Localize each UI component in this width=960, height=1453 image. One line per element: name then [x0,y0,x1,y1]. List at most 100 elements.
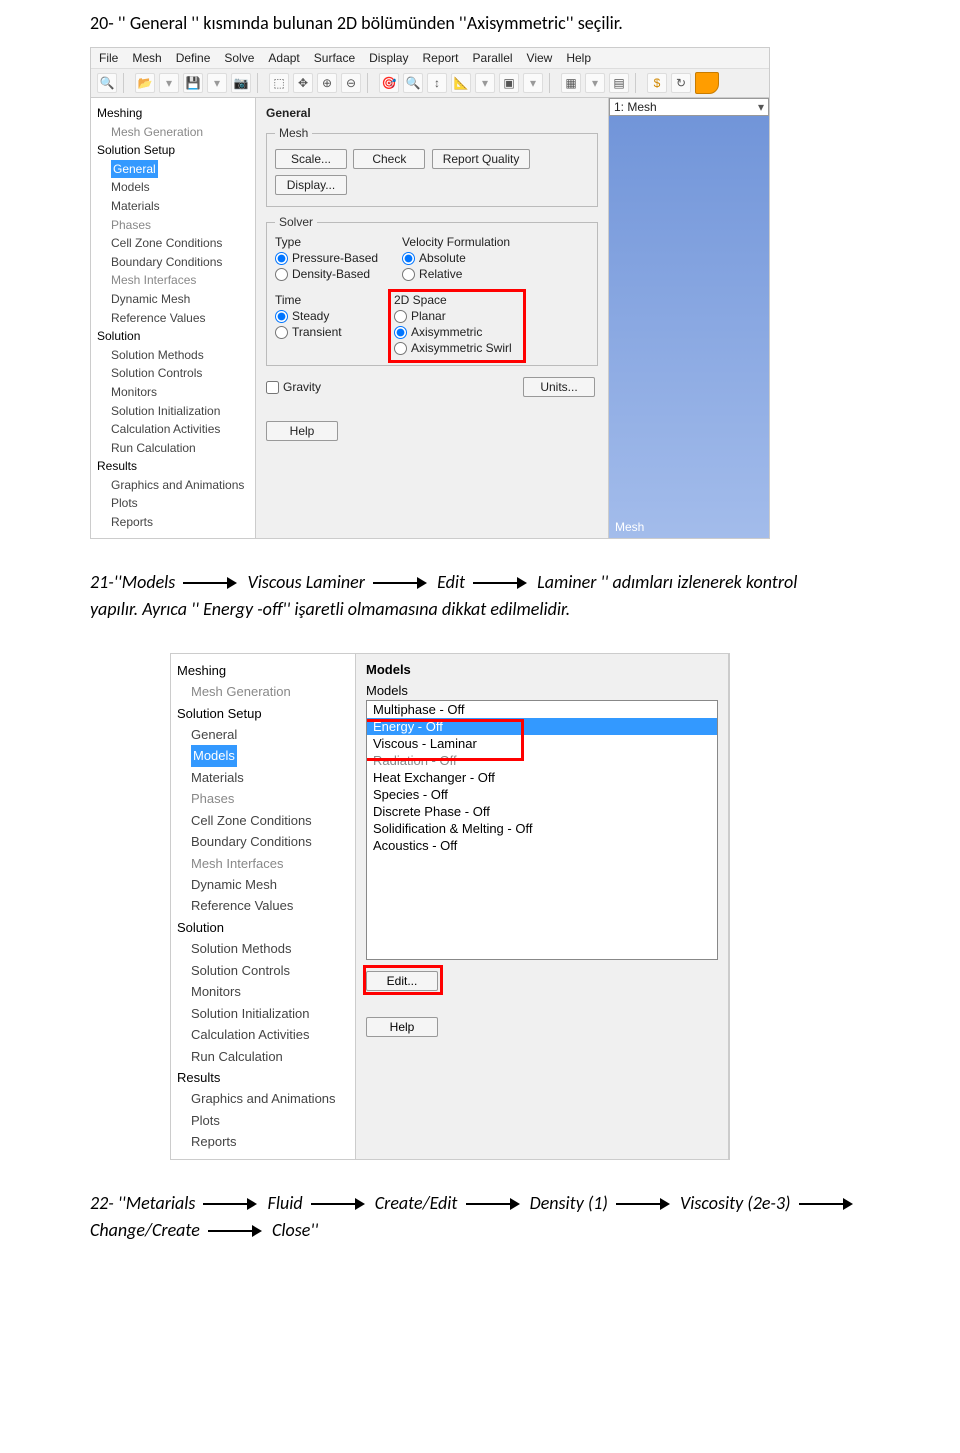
tree-plots[interactable]: Plots [97,494,249,513]
list-item[interactable]: Multiphase - Off [367,701,717,718]
probe-icon[interactable]: 🎯 [379,73,399,93]
dropdown-icon[interactable]: ▾ [523,73,543,93]
search-icon[interactable]: 🔍 [97,73,117,93]
tree-reference-values[interactable]: Reference Values [97,309,249,328]
relative-radio[interactable]: Relative [402,267,510,281]
open-icon[interactable]: 📂 [135,73,155,93]
absolute-radio[interactable]: Absolute [402,251,510,265]
gravity-checkbox[interactable]: Gravity [266,380,321,394]
tree-run-calc[interactable]: Run Calculation [97,439,249,458]
tree-solution-controls[interactable]: Solution Controls [177,960,349,981]
list-item[interactable]: Viscous - Laminar [367,735,717,752]
edit-button[interactable]: Edit... [366,971,438,991]
ruler-icon[interactable]: 📐 [451,73,471,93]
planar-radio[interactable]: Planar [394,309,512,323]
menu-file[interactable]: File [99,51,118,65]
menu-help[interactable]: Help [566,51,591,65]
camera-icon[interactable]: 📷 [231,73,251,93]
tree-models[interactable]: Models [97,178,249,197]
pressure-based-radio[interactable]: Pressure-Based [275,251,378,265]
tree-calc-activities[interactable]: Calculation Activities [177,1024,349,1045]
save-icon[interactable]: 💾 [183,73,203,93]
tree-phases[interactable]: Phases [177,788,349,809]
tree-reference-values[interactable]: Reference Values [177,895,349,916]
zoom-icon[interactable]: 🔍 [403,73,423,93]
tree-materials[interactable]: Materials [97,197,249,216]
tree-solution-controls[interactable]: Solution Controls [97,364,249,383]
move-icon[interactable]: ✥ [293,73,313,93]
zoom-out-icon[interactable]: ⊖ [341,73,361,93]
filter-icon[interactable]: ▤ [609,73,629,93]
tree-plots[interactable]: Plots [177,1110,349,1131]
dropdown-icon[interactable]: ▾ [159,73,179,93]
tree-solution-setup[interactable]: Solution Setup [97,141,249,160]
tree-graphics[interactable]: Graphics and Animations [177,1088,349,1109]
units-button[interactable]: Units... [523,377,595,397]
tree-models[interactable]: Models [191,745,237,766]
list-item[interactable]: Heat Exchanger - Off [367,769,717,786]
tree-solution-methods[interactable]: Solution Methods [97,346,249,365]
tree-general[interactable]: General [111,160,158,179]
list-item[interactable]: Discrete Phase - Off [367,803,717,820]
select-icon[interactable]: ⬚ [269,73,289,93]
help-button[interactable]: Help [266,421,338,441]
tree-monitors[interactable]: Monitors [177,981,349,1002]
tree-dynamic-mesh[interactable]: Dynamic Mesh [97,290,249,309]
tree-materials[interactable]: Materials [177,767,349,788]
dropdown-icon[interactable]: ▾ [207,73,227,93]
tree-solution-init[interactable]: Solution Initialization [97,402,249,421]
tree-graphics[interactable]: Graphics and Animations [97,476,249,495]
dropdown-icon[interactable]: ▾ [475,73,495,93]
check-button[interactable]: Check [353,149,425,169]
tree-mesh-interfaces[interactable]: Mesh Interfaces [177,853,349,874]
tree-solution-methods[interactable]: Solution Methods [177,938,349,959]
menu-parallel[interactable]: Parallel [473,51,513,65]
tree-phases[interactable]: Phases [97,216,249,235]
tree-run-calc[interactable]: Run Calculation [177,1046,349,1067]
tree-general[interactable]: General [177,724,349,745]
tree-boundary[interactable]: Boundary Conditions [97,253,249,272]
tree-meshing[interactable]: Meshing [97,104,249,123]
tree-reports[interactable]: Reports [177,1131,349,1152]
gear-icon[interactable]: $ [647,73,667,93]
list-item[interactable]: Energy - Off [367,718,717,735]
tree-solution-setup[interactable]: Solution Setup [177,703,349,724]
menu-display[interactable]: Display [369,51,408,65]
axisymmetric-swirl-radio[interactable]: Axisymmetric Swirl [394,341,512,355]
tree-mesh-generation[interactable]: Mesh Generation [177,681,349,702]
tree-monitors[interactable]: Monitors [97,383,249,402]
tree-results[interactable]: Results [177,1067,349,1088]
transient-radio[interactable]: Transient [275,325,370,339]
report-quality-button[interactable]: Report Quality [432,149,531,169]
tree-results[interactable]: Results [97,457,249,476]
tree-cell-zone[interactable]: Cell Zone Conditions [177,810,349,831]
shade-icon[interactable]: ▦ [561,73,581,93]
viewport-dropdown[interactable]: 1: Mesh ▾ [609,98,769,116]
menu-view[interactable]: View [527,51,553,65]
refresh-icon[interactable]: ↻ [671,73,691,93]
pan-icon[interactable]: ↕ [427,73,447,93]
tree-mesh-interfaces[interactable]: Mesh Interfaces [97,271,249,290]
density-based-radio[interactable]: Density-Based [275,267,378,281]
menu-surface[interactable]: Surface [314,51,355,65]
tree-dynamic-mesh[interactable]: Dynamic Mesh [177,874,349,895]
dropdown-icon[interactable]: ▾ [585,73,605,93]
list-item[interactable]: Radiation - Off [367,752,717,769]
graphics-viewport[interactable]: 1: Mesh ▾ Mesh [609,98,769,538]
tree-solution-init[interactable]: Solution Initialization [177,1003,349,1024]
tree-boundary[interactable]: Boundary Conditions [177,831,349,852]
menu-mesh[interactable]: Mesh [132,51,161,65]
tree-meshing[interactable]: Meshing [177,660,349,681]
axisymmetric-radio[interactable]: Axisymmetric [394,325,512,339]
tree-reports[interactable]: Reports [97,513,249,532]
tree-mesh-generation[interactable]: Mesh Generation [97,123,249,142]
tree-solution[interactable]: Solution [97,327,249,346]
tree-cell-zone[interactable]: Cell Zone Conditions [97,234,249,253]
tree-solution[interactable]: Solution [177,917,349,938]
list-item[interactable]: Solidification & Melting - Off [367,820,717,837]
scale-button[interactable]: Scale... [275,149,347,169]
list-item[interactable]: Acoustics - Off [367,837,717,854]
models-listbox[interactable]: Multiphase - Off Energy - Off Viscous - … [366,700,718,960]
steady-radio[interactable]: Steady [275,309,370,323]
help-button[interactable]: Help [366,1017,438,1037]
